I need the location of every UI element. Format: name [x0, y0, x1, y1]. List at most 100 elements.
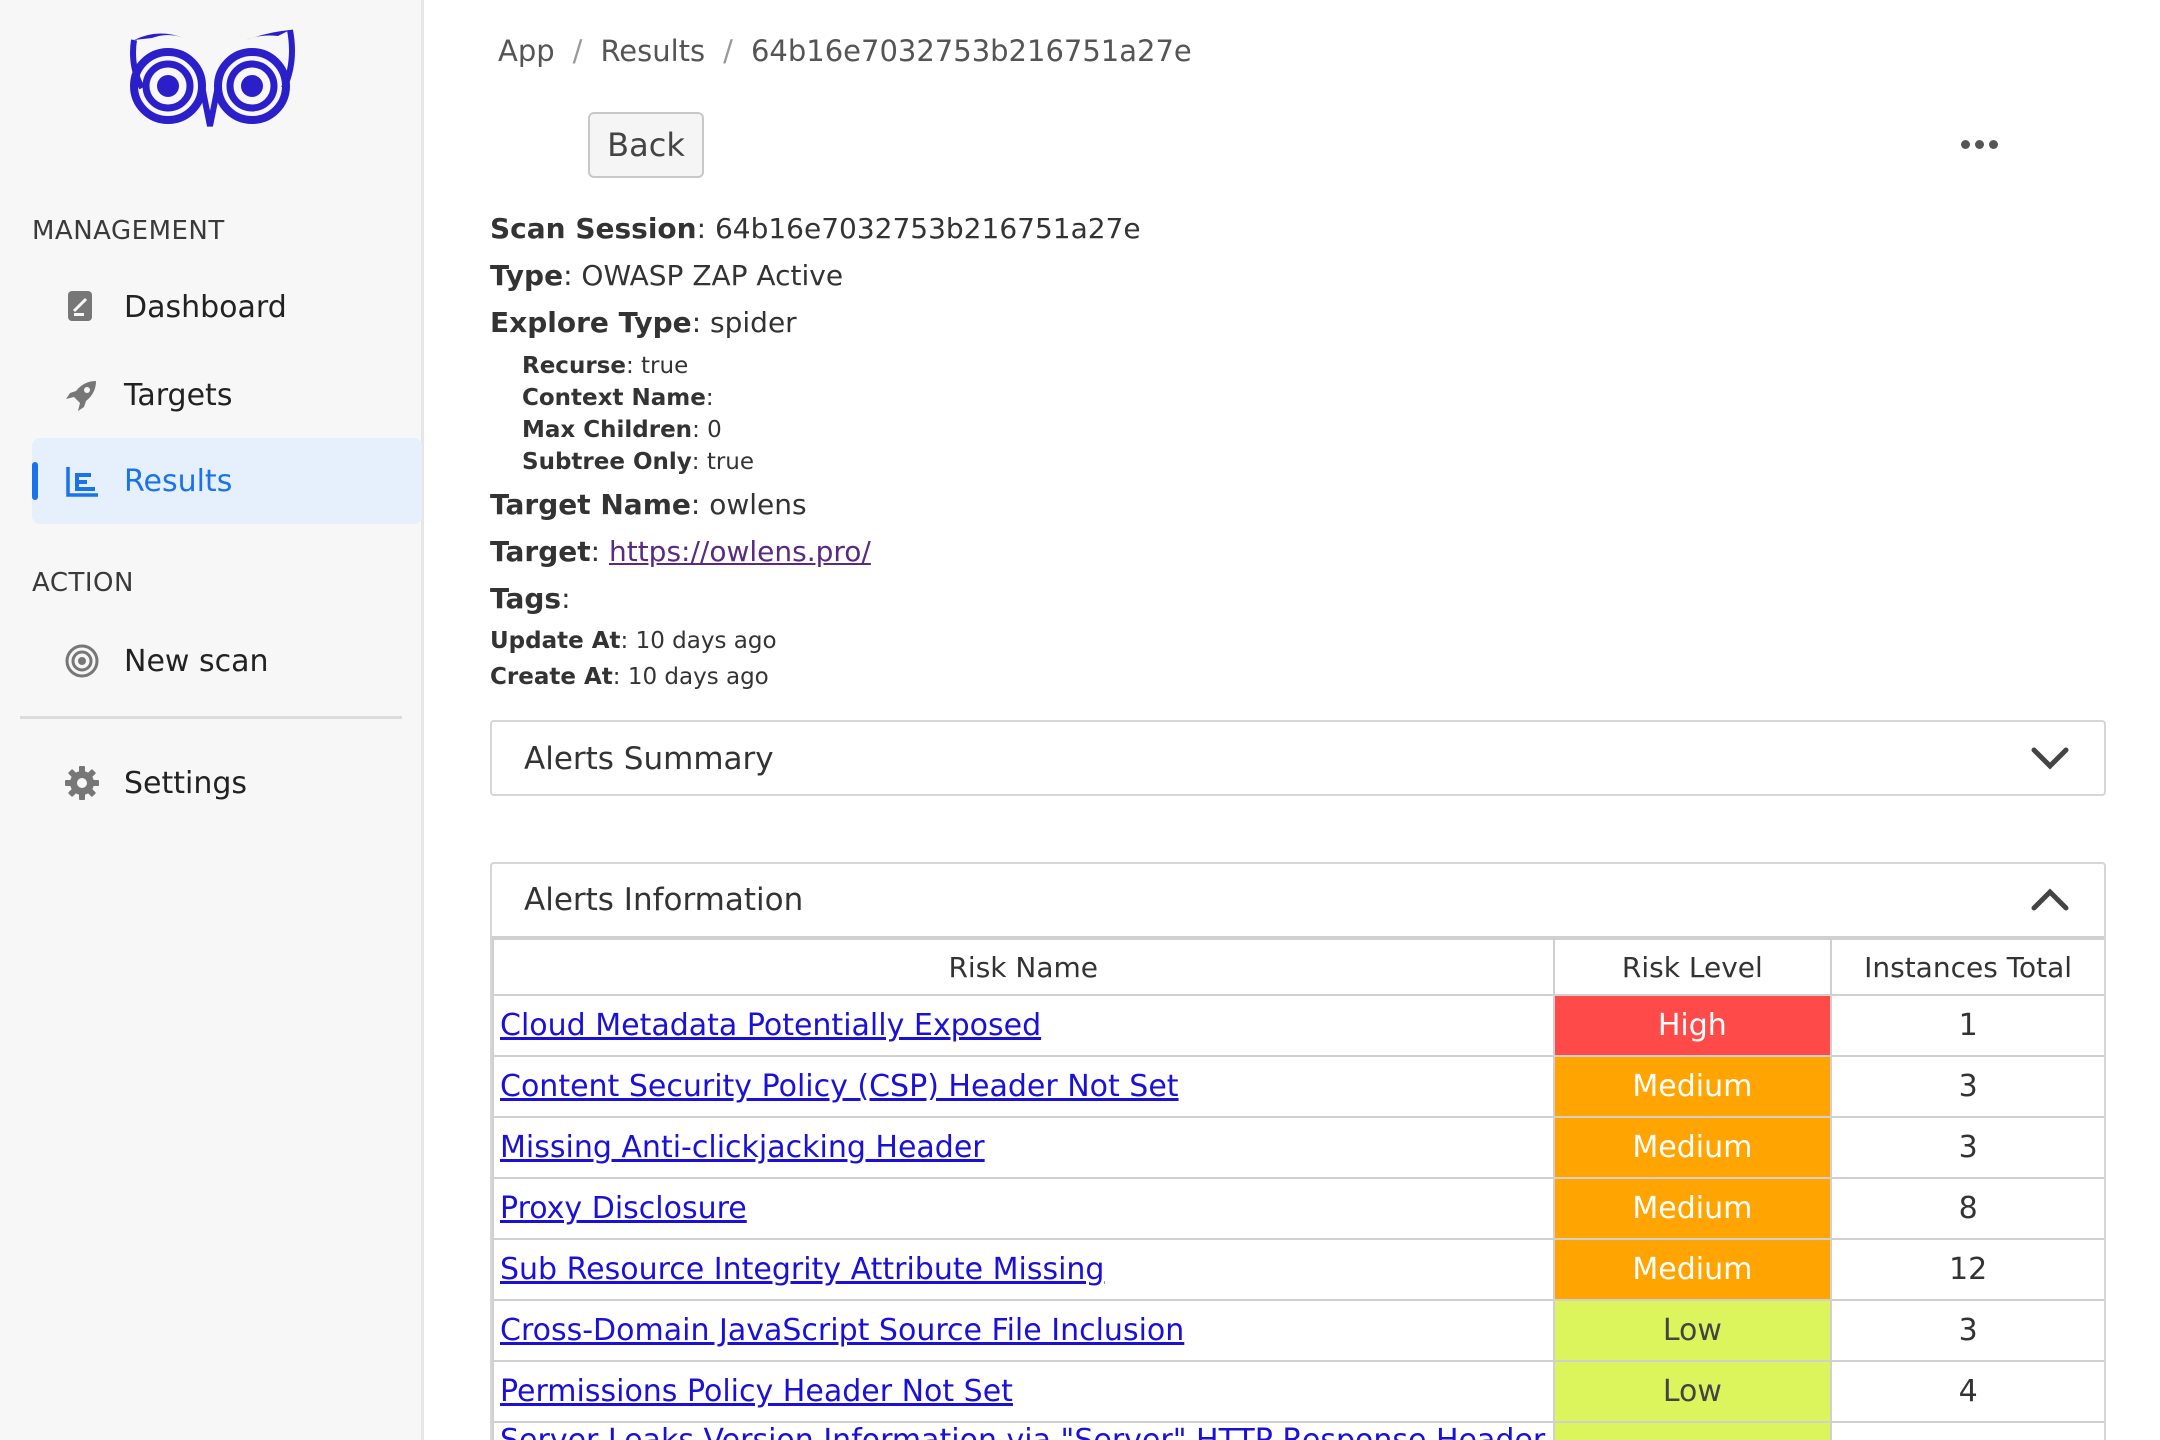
target-name-label: Target Name	[490, 488, 691, 521]
max-children-label: Max Children	[522, 417, 693, 443]
risk-name-cell: Server Leaks Version Information via "Se…	[492, 1421, 1555, 1440]
column-header-instances-total[interactable]: Instances Total	[1830, 938, 2104, 996]
recurse-value: true	[641, 353, 689, 379]
risk-level-cell: Low	[1552, 1299, 1833, 1362]
table-row: Server Leaks Version Information via "Se…	[492, 1421, 2104, 1440]
risk-name-cell: Proxy Disclosure	[492, 1177, 1555, 1240]
risk-level-cell: Low	[1552, 1421, 1833, 1440]
alerts-summary-title: Alerts Summary	[524, 741, 774, 777]
column-header-risk-name[interactable]: Risk Name	[492, 938, 1555, 996]
alerts-table-body: Cloud Metadata Potentially Exposed High 1 C…	[492, 994, 2104, 1440]
target-line: Target: https://owlens.pro/	[490, 535, 871, 568]
risk-level-cell: High	[1552, 994, 1833, 1057]
section-title-action: ACTION	[32, 568, 134, 598]
risk-name-cell: Sub Resource Integrity Attribute Missing	[492, 1238, 1555, 1301]
risk-level-cell: Low	[1552, 1360, 1833, 1423]
explore-type-value: spider	[710, 306, 797, 339]
chevron-down-icon[interactable]	[2030, 742, 2070, 774]
risk-name-link[interactable]: Cross-Domain JavaScript Source File Incl…	[500, 1313, 1184, 1348]
type-line: Type: OWASP ZAP Active	[490, 259, 844, 292]
risk-name-cell: Permissions Policy Header Not Set	[492, 1360, 1555, 1423]
gear-icon	[65, 766, 99, 800]
subtree-only-value: true	[706, 449, 755, 475]
breadcrumb-app[interactable]: App	[498, 34, 555, 68]
instances-total-cell: 4	[1830, 1360, 2104, 1423]
owl-logo[interactable]	[128, 26, 296, 134]
alerts-summary-header[interactable]: Alerts Summary	[492, 722, 2104, 796]
alerts-information-panel: Alerts Information Risk Name Risk Level …	[490, 862, 2106, 1440]
sidebar-item-label: Dashboard	[124, 289, 287, 325]
sidebar-item-targets[interactable]: Targets	[32, 352, 422, 438]
more-icon-dot	[1988, 139, 1998, 149]
sidebar-item-label: Results	[124, 463, 233, 499]
tags-label: Tags	[490, 582, 562, 615]
target-name-line: Target Name: owlens	[490, 488, 807, 521]
create-at-line: Create At: 10 days ago	[490, 664, 769, 690]
breadcrumb-results[interactable]: Results	[600, 34, 705, 68]
table-row: Sub Resource Integrity Attribute Missing…	[492, 1238, 2104, 1301]
instances-total-cell: 6	[1830, 1421, 2104, 1440]
breadcrumb-current: 64b16e7032753b216751a27e	[750, 34, 1192, 68]
risk-name-link[interactable]: Cloud Metadata Potentially Exposed	[500, 1008, 1041, 1043]
rocket-icon	[66, 381, 96, 411]
max-children-value: 0	[707, 417, 722, 443]
risk-name-link[interactable]: Sub Resource Integrity Attribute Missing	[500, 1252, 1104, 1287]
risk-name-link[interactable]: Missing Anti-clickjacking Header	[500, 1130, 985, 1165]
instances-total-cell: 3	[1830, 1116, 2104, 1179]
instances-total-cell: 3	[1830, 1055, 2104, 1118]
sidebar-item-settings[interactable]: Settings	[32, 740, 422, 826]
update-at-line: Update At: 10 days ago	[490, 628, 777, 654]
risk-level-cell: Medium	[1552, 1238, 1833, 1301]
type-value: OWASP ZAP Active	[581, 259, 844, 292]
table-row: Missing Anti-clickjacking Header Medium 3	[492, 1116, 2104, 1179]
target-link[interactable]: https://owlens.pro/	[609, 535, 871, 568]
table-header-row: Risk Name Risk Level Instances Total	[492, 938, 2104, 996]
sidebar-item-results[interactable]: Results	[32, 438, 422, 524]
sidebar: MANAGEMENT Dashboard Targets Results ACT…	[0, 0, 424, 1440]
risk-name-link[interactable]: Permissions Policy Header Not Set	[500, 1374, 1013, 1409]
sidebar-item-dashboard[interactable]: Dashboard	[32, 264, 422, 350]
context-name-line: Context Name:	[522, 385, 714, 411]
dashboard-icon	[68, 291, 92, 321]
back-button[interactable]: Back	[588, 112, 704, 178]
risk-name-cell: Missing Anti-clickjacking Header	[492, 1116, 1555, 1179]
instances-total-cell: 12	[1830, 1238, 2104, 1301]
chevron-up-icon[interactable]	[2030, 884, 2070, 916]
risk-name-link[interactable]: Server Leaks Version Information via "Se…	[500, 1423, 1545, 1440]
subtree-only-label: Subtree Only	[522, 449, 692, 475]
breadcrumb-separator: /	[723, 34, 733, 68]
main-content: App / Results / 64b16e7032753b216751a27e…	[424, 0, 2160, 1440]
table-row: Permissions Policy Header Not Set Low 4	[492, 1360, 2104, 1423]
explore-type-line: Explore Type: spider	[490, 306, 797, 339]
table-row: Cross-Domain JavaScript Source File Incl…	[492, 1299, 2104, 1362]
table-row: Proxy Disclosure Medium 8	[492, 1177, 2104, 1240]
risk-name-link[interactable]: Proxy Disclosure	[500, 1191, 747, 1226]
sidebar-item-new-scan[interactable]: New scan	[32, 618, 422, 704]
scan-session-line: Scan Session: 64b16e7032753b216751a27e	[490, 212, 1141, 245]
create-at-label: Create At	[490, 664, 613, 690]
context-name-label: Context Name	[522, 385, 706, 411]
alerts-information-header[interactable]: Alerts Information	[492, 864, 2104, 938]
bar-chart-icon	[66, 467, 98, 497]
alerts-information-title: Alerts Information	[524, 882, 804, 918]
risk-level-cell: Medium	[1552, 1116, 1833, 1179]
scan-session-value: 64b16e7032753b216751a27e	[714, 212, 1141, 245]
alerts-table: Risk Name Risk Level Instances Total Clo…	[492, 938, 2104, 1440]
update-at-value: 10 days ago	[635, 628, 777, 654]
risk-name-cell: Cross-Domain JavaScript Source File Incl…	[492, 1299, 1555, 1362]
sidebar-item-label: New scan	[124, 643, 269, 679]
target-name-value: owlens	[709, 488, 807, 521]
table-row: Cloud Metadata Potentially Exposed High 1	[492, 994, 2104, 1057]
more-icon-dot	[1974, 139, 1984, 149]
instances-total-cell: 8	[1830, 1177, 2104, 1240]
risk-name-cell: Cloud Metadata Potentially Exposed	[492, 994, 1555, 1057]
instances-total-cell: 3	[1830, 1299, 2104, 1362]
table-row: Content Security Policy (CSP) Header Not…	[492, 1055, 2104, 1118]
sidebar-item-label: Targets	[124, 377, 233, 413]
column-header-risk-level[interactable]: Risk Level	[1552, 938, 1833, 996]
alerts-table-container[interactable]: Risk Name Risk Level Instances Total Clo…	[492, 938, 2104, 1440]
more-icon	[1960, 139, 1970, 149]
more-options-button[interactable]	[1954, 126, 2004, 162]
risk-name-link[interactable]: Content Security Policy (CSP) Header Not…	[500, 1069, 1179, 1104]
max-children-line: Max Children: 0	[522, 417, 722, 443]
